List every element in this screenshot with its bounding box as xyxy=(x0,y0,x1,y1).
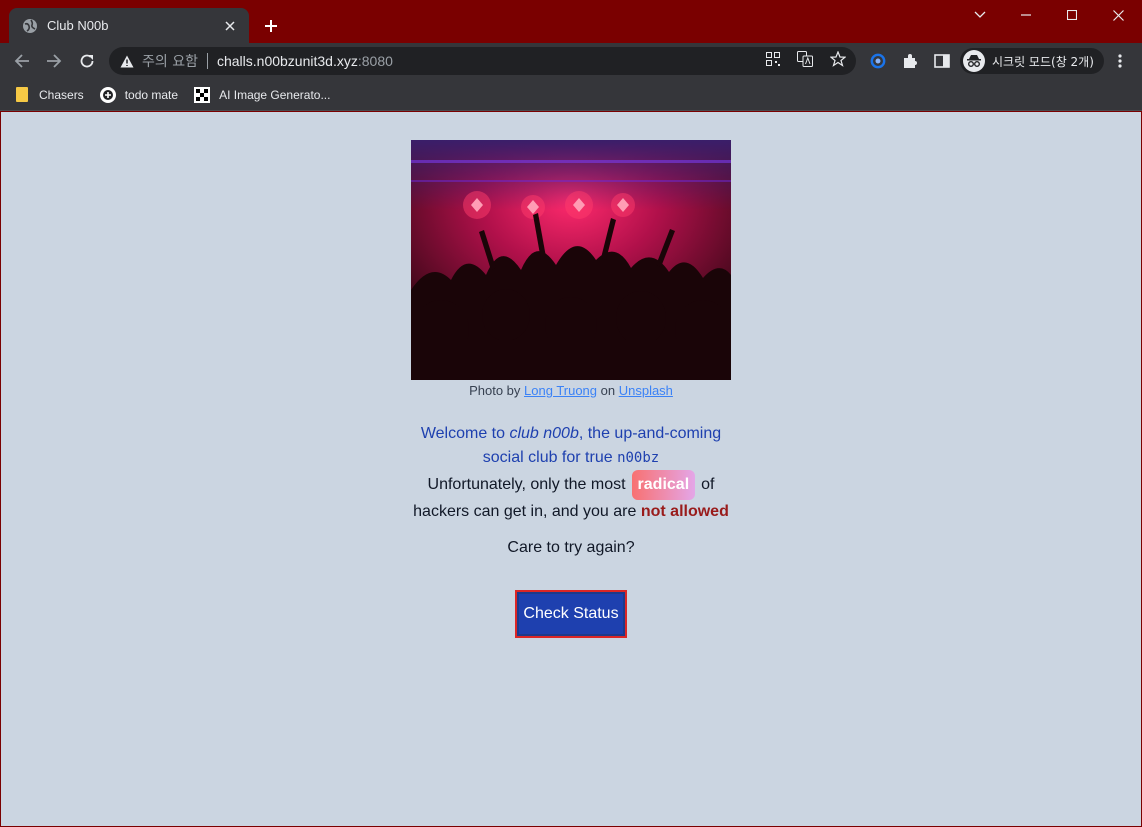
credit-prefix: Photo by xyxy=(469,383,525,398)
photo-credit: Photo by Long Truong on Unsplash xyxy=(411,382,731,400)
main-content: Photo by Long Truong on Unsplash Welcome… xyxy=(411,140,731,638)
bookmark-label: todo mate xyxy=(124,87,179,102)
title-bar: Club N00b xyxy=(0,0,1142,43)
side-panel-icon[interactable] xyxy=(933,52,951,70)
browser-toolbar: 주의 요함 challs.n00bzunit3d.xyz:8080 시크릿 모드… xyxy=(0,43,1142,79)
security-warning-label: 주의 요함 xyxy=(142,54,198,70)
bookmark-ai-image[interactable]: AI Image Generato... xyxy=(194,86,331,103)
globe-icon xyxy=(22,18,38,34)
url-port: :8080 xyxy=(357,53,393,69)
address-divider xyxy=(206,53,208,69)
minimize-icon[interactable] xyxy=(1015,4,1037,26)
bookmarks-bar: Chasers todo mate AI Image Generato... xyxy=(0,79,1142,111)
menu-kebab-icon[interactable] xyxy=(1111,52,1129,70)
bookmark-todo-mate[interactable]: todo mate xyxy=(99,86,179,103)
incognito-indicator[interactable]: 시크릿 모드(창 2개) xyxy=(960,48,1104,74)
address-bar[interactable]: 주의 요함 challs.n00bzunit3d.xyz:8080 xyxy=(109,47,856,75)
reload-icon[interactable] xyxy=(75,49,99,73)
extension-circle-icon[interactable] xyxy=(869,52,887,70)
rejection-part: Unfortunately, only the most xyxy=(427,476,626,493)
rejection-text: Unfortunately, only the most radical of ha… xyxy=(411,470,731,524)
close-tab-icon[interactable] xyxy=(221,17,239,35)
welcome-part: Welcome to xyxy=(420,425,510,442)
extensions-puzzle-icon[interactable] xyxy=(901,52,919,70)
tab-title: Club N00b xyxy=(47,18,109,33)
incognito-icon xyxy=(963,50,985,72)
maximize-icon[interactable] xyxy=(1061,4,1083,26)
try-again-text: Care to try again? xyxy=(507,539,635,556)
not-allowed-text: not allowed xyxy=(640,503,729,520)
bookmark-label: AI Image Generato... xyxy=(219,87,331,102)
warning-icon[interactable] xyxy=(120,54,134,68)
ai-image-icon xyxy=(194,86,211,103)
bookmark-star-icon[interactable] xyxy=(829,50,847,68)
incognito-label: 시크릿 모드(창 2개) xyxy=(992,54,1094,69)
tab-search-icon[interactable] xyxy=(969,4,991,26)
club-name: club n00b xyxy=(509,425,579,442)
forward-icon[interactable] xyxy=(42,49,66,73)
welcome-text: Welcome to club n00b, the up-and-coming … xyxy=(411,422,731,470)
credit-mid: on xyxy=(597,383,619,398)
radical-badge: radical xyxy=(631,470,696,500)
bookmark-chasers[interactable]: Chasers xyxy=(14,87,84,103)
translate-icon[interactable] xyxy=(796,50,814,68)
back-icon[interactable] xyxy=(10,49,34,73)
concert-photo xyxy=(411,140,731,380)
browser-tab[interactable]: Club N00b xyxy=(9,8,249,43)
close-window-icon[interactable] xyxy=(1107,4,1129,26)
page-viewport: Photo by Long Truong on Unsplash Welcome… xyxy=(1,112,1141,826)
qr-code-icon[interactable] xyxy=(764,50,782,68)
author-link[interactable]: Long Truong xyxy=(524,383,597,398)
n00bz-code: n00bz xyxy=(617,450,660,466)
bookmark-label: Chasers xyxy=(39,87,84,102)
button-wrapper: Check Status xyxy=(411,590,731,638)
todo-mate-icon xyxy=(99,86,116,103)
new-tab-icon[interactable] xyxy=(260,15,282,37)
folder-icon xyxy=(14,87,30,103)
url-host: challs.n00bzunit3d.xyz xyxy=(216,53,358,69)
unsplash-link[interactable]: Unsplash xyxy=(619,383,673,398)
check-status-button[interactable]: Check Status xyxy=(515,590,627,638)
